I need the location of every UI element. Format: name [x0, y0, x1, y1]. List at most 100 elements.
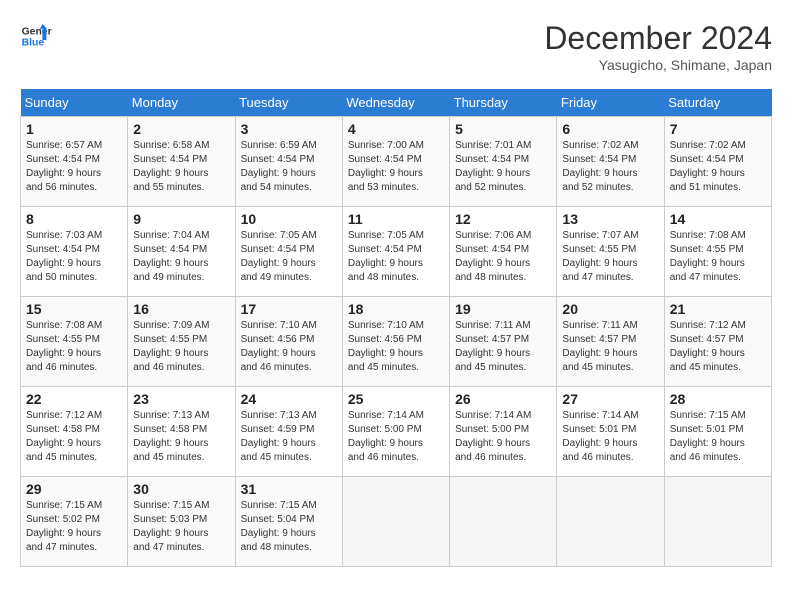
header: General Blue December 2024 Yasugicho, Sh… [20, 20, 772, 73]
day-info: Sunrise: 7:12 AMSunset: 4:57 PMDaylight:… [670, 320, 746, 373]
calendar-cell: 15Sunrise: 7:08 AMSunset: 4:55 PMDayligh… [21, 297, 128, 387]
col-sunday: Sunday [21, 89, 128, 117]
calendar-cell: 23 Sunrise: 7:13 AMSunset: 4:58 PMDayligh… [128, 387, 235, 477]
day-info: Sunrise: 7:04 AMSunset: 4:54 PMDaylight:… [133, 230, 209, 283]
calendar-cell [450, 477, 557, 567]
day-info: Sunrise: 7:00 AMSunset: 4:54 PMDaylight:… [348, 140, 424, 193]
day-info: Sunrise: 7:12 AMSunset: 4:58 PMDaylight:… [26, 410, 102, 463]
day-number: 22 [26, 391, 122, 407]
calendar-cell: 7 Sunrise: 7:02 AMSunset: 4:54 PMDaylight… [664, 117, 771, 207]
day-info: Sunrise: 7:14 AMSunset: 5:01 PMDaylight:… [562, 410, 638, 463]
calendar-cell: 9 Sunrise: 7:04 AMSunset: 4:54 PMDaylight… [128, 207, 235, 297]
calendar-cell: 29Sunrise: 7:15 AMSunset: 5:02 PMDayligh… [21, 477, 128, 567]
calendar-cell: 24Sunrise: 7:13 AMSunset: 4:59 PMDayligh… [235, 387, 342, 477]
calendar-cell: 27 Sunrise: 7:14 AMSunset: 5:01 PMDayligh… [557, 387, 664, 477]
day-number: 26 [455, 391, 551, 407]
day-info: Sunrise: 7:02 AMSunset: 4:54 PMDaylight:… [670, 140, 746, 193]
day-info: Sunrise: 7:11 AMSunset: 4:57 PMDaylight:… [562, 320, 637, 373]
svg-text:General: General [22, 26, 52, 37]
day-number: 25 [348, 391, 444, 407]
week-row-5: 29Sunrise: 7:15 AMSunset: 5:02 PMDayligh… [21, 477, 772, 567]
calendar-cell [342, 477, 449, 567]
day-info: Sunrise: 6:57 AMSunset: 4:54 PMDaylight:… [26, 140, 102, 193]
day-number: 9 [133, 211, 229, 227]
calendar-cell: 3 Sunrise: 6:59 AMSunset: 4:54 PMDaylight… [235, 117, 342, 207]
col-saturday: Saturday [664, 89, 771, 117]
calendar-cell: 11 Sunrise: 7:05 AMSunset: 4:54 PMDayligh… [342, 207, 449, 297]
day-number: 12 [455, 211, 551, 227]
calendar-cell [664, 477, 771, 567]
title-block: December 2024 Yasugicho, Shimane, Japan [544, 20, 772, 73]
day-info: Sunrise: 7:07 AMSunset: 4:55 PMDaylight:… [562, 230, 638, 283]
calendar-subtitle: Yasugicho, Shimane, Japan [544, 57, 772, 73]
header-row: Sunday Monday Tuesday Wednesday Thursday… [21, 89, 772, 117]
day-info: Sunrise: 7:15 AMSunset: 5:01 PMDaylight:… [670, 410, 746, 463]
day-number: 20 [562, 301, 658, 317]
day-info: Sunrise: 7:13 AMSunset: 4:58 PMDaylight:… [133, 410, 209, 463]
day-number: 16 [133, 301, 229, 317]
day-number: 28 [670, 391, 766, 407]
calendar-cell: 4Sunrise: 7:00 AMSunset: 4:54 PMDaylight… [342, 117, 449, 207]
day-number: 11 [348, 211, 444, 227]
day-info: Sunrise: 7:15 AMSunset: 5:04 PMDaylight:… [241, 500, 317, 553]
day-number: 23 [133, 391, 229, 407]
week-row-1: 1 Sunrise: 6:57 AMSunset: 4:54 PMDaylight… [21, 117, 772, 207]
day-info: Sunrise: 7:01 AMSunset: 4:54 PMDaylight:… [455, 140, 531, 193]
svg-text:Blue: Blue [22, 38, 45, 49]
day-number: 5 [455, 121, 551, 137]
day-number: 1 [26, 121, 122, 137]
calendar-cell: 14Sunrise: 7:08 AMSunset: 4:55 PMDayligh… [664, 207, 771, 297]
day-info: Sunrise: 7:05 AMSunset: 4:54 PMDaylight:… [241, 230, 317, 283]
day-info: Sunrise: 7:10 AMSunset: 4:56 PMDaylight:… [241, 320, 317, 373]
calendar-cell: 20 Sunrise: 7:11 AMSunset: 4:57 PMDayligh… [557, 297, 664, 387]
day-info: Sunrise: 6:58 AMSunset: 4:54 PMDaylight:… [133, 140, 209, 193]
logo-icon: General Blue [20, 20, 52, 52]
calendar-cell: 1 Sunrise: 6:57 AMSunset: 4:54 PMDaylight… [21, 117, 128, 207]
calendar-cell: 12 Sunrise: 7:06 AMSunset: 4:54 PMDayligh… [450, 207, 557, 297]
day-info: Sunrise: 7:03 AMSunset: 4:54 PMDaylight:… [26, 230, 102, 283]
day-number: 3 [241, 121, 337, 137]
day-number: 13 [562, 211, 658, 227]
calendar-cell: 31 Sunrise: 7:15 AMSunset: 5:04 PMDayligh… [235, 477, 342, 567]
day-number: 2 [133, 121, 229, 137]
day-number: 24 [241, 391, 337, 407]
day-number: 17 [241, 301, 337, 317]
day-info: Sunrise: 7:14 AMSunset: 5:00 PMDaylight:… [348, 410, 424, 463]
day-info: Sunrise: 7:08 AMSunset: 4:55 PMDaylight:… [670, 230, 746, 283]
day-number: 29 [26, 481, 122, 497]
calendar-cell: 16 Sunrise: 7:09 AMSunset: 4:55 PMDayligh… [128, 297, 235, 387]
day-info: Sunrise: 7:09 AMSunset: 4:55 PMDaylight:… [133, 320, 209, 373]
calendar-cell: 17 Sunrise: 7:10 AMSunset: 4:56 PMDayligh… [235, 297, 342, 387]
day-info: Sunrise: 7:11 AMSunset: 4:57 PMDaylight:… [455, 320, 530, 373]
day-number: 8 [26, 211, 122, 227]
day-info: Sunrise: 7:05 AMSunset: 4:54 PMDaylight:… [348, 230, 424, 283]
week-row-4: 22 Sunrise: 7:12 AMSunset: 4:58 PMDayligh… [21, 387, 772, 477]
calendar-cell: 19Sunrise: 7:11 AMSunset: 4:57 PMDayligh… [450, 297, 557, 387]
calendar-table: Sunday Monday Tuesday Wednesday Thursday… [20, 89, 772, 567]
calendar-cell: 13 Sunrise: 7:07 AMSunset: 4:55 PMDayligh… [557, 207, 664, 297]
col-tuesday: Tuesday [235, 89, 342, 117]
logo: General Blue [20, 20, 52, 52]
calendar-cell [557, 477, 664, 567]
day-number: 31 [241, 481, 337, 497]
calendar-cell: 21Sunrise: 7:12 AMSunset: 4:57 PMDayligh… [664, 297, 771, 387]
calendar-cell: 6 Sunrise: 7:02 AMSunset: 4:54 PMDaylight… [557, 117, 664, 207]
calendar-cell: 8 Sunrise: 7:03 AMSunset: 4:54 PMDaylight… [21, 207, 128, 297]
day-info: Sunrise: 6:59 AMSunset: 4:54 PMDaylight:… [241, 140, 317, 193]
week-row-2: 8 Sunrise: 7:03 AMSunset: 4:54 PMDaylight… [21, 207, 772, 297]
calendar-cell: 30Sunrise: 7:15 AMSunset: 5:03 PMDayligh… [128, 477, 235, 567]
day-number: 6 [562, 121, 658, 137]
day-number: 10 [241, 211, 337, 227]
calendar-title: December 2024 [544, 20, 772, 57]
day-info: Sunrise: 7:15 AMSunset: 5:03 PMDaylight:… [133, 500, 209, 553]
day-number: 15 [26, 301, 122, 317]
calendar-cell: 22 Sunrise: 7:12 AMSunset: 4:58 PMDayligh… [21, 387, 128, 477]
calendar-cell: 2 Sunrise: 6:58 AMSunset: 4:54 PMDaylight… [128, 117, 235, 207]
day-number: 7 [670, 121, 766, 137]
col-thursday: Thursday [450, 89, 557, 117]
day-info: Sunrise: 7:06 AMSunset: 4:54 PMDaylight:… [455, 230, 531, 283]
day-info: Sunrise: 7:14 AMSunset: 5:00 PMDaylight:… [455, 410, 531, 463]
day-number: 27 [562, 391, 658, 407]
day-info: Sunrise: 7:02 AMSunset: 4:54 PMDaylight:… [562, 140, 638, 193]
day-number: 18 [348, 301, 444, 317]
